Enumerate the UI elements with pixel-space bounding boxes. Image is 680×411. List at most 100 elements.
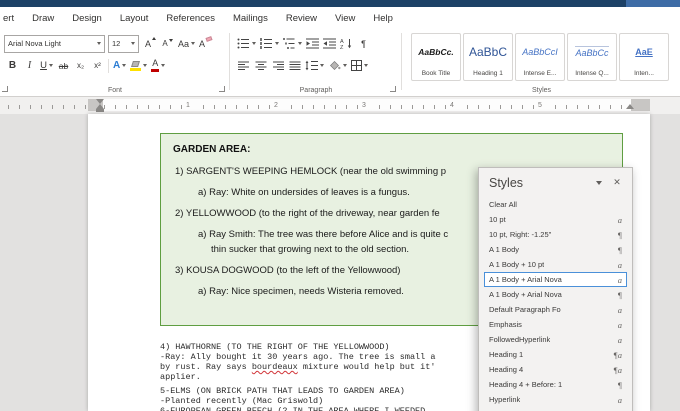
justify-button[interactable] — [287, 56, 302, 75]
style-list-item[interactable]: FollowedHyperlink a — [484, 332, 627, 347]
style-name: A 1 Body + Arial Nova — [489, 275, 562, 284]
style-list-item[interactable]: Heading 1 ¶a — [484, 347, 627, 362]
paragraph-dialog-launcher-icon[interactable] — [390, 86, 396, 92]
style-preview: AaBbCc. — [418, 47, 454, 57]
style-list-item[interactable]: Clear All — [484, 197, 627, 212]
style-type-marker: ¶a — [613, 349, 622, 360]
style-list-item[interactable]: 10 pt, Right: -1.25" ¶ — [484, 227, 627, 242]
style-list-item[interactable]: Hyperlink a — [484, 392, 627, 407]
ribbon-tab[interactable]: Layout — [111, 13, 158, 24]
title-bar — [0, 0, 680, 7]
style-list-item[interactable]: A 1 Body + 10 pt a — [484, 257, 627, 272]
clear-formatting-button[interactable]: A — [198, 34, 213, 53]
align-right-button[interactable] — [270, 56, 285, 75]
style-type-marker: a — [617, 214, 622, 225]
align-left-button[interactable] — [236, 56, 251, 75]
style-type-marker: ¶ — [617, 379, 622, 390]
font-color-button[interactable]: A — [150, 56, 166, 75]
align-left-icon — [237, 61, 249, 70]
style-list-item[interactable]: 10 pt a — [484, 212, 627, 227]
style-list-item[interactable]: A 1 Body ¶ — [484, 242, 627, 257]
show-formatting-marks-button[interactable]: ¶ — [356, 34, 371, 53]
style-list-item[interactable]: A 1 Body + Arial Nova ¶ — [484, 287, 627, 302]
font-name-combobox[interactable]: Arial Nova Light — [4, 34, 105, 53]
line-spacing-icon — [305, 60, 318, 71]
style-list-item[interactable]: Emphasis a — [484, 317, 627, 332]
shrink-font-button[interactable]: A — [160, 34, 175, 53]
line-spacing-button[interactable] — [304, 56, 325, 75]
font-dialog-launcher-icon[interactable] — [219, 86, 225, 92]
svg-text:Z: Z — [340, 45, 344, 49]
close-button[interactable]: ✕ — [608, 175, 626, 190]
left-indent-marker[interactable] — [96, 109, 104, 112]
style-name: Emphasis — [489, 320, 522, 329]
ruler-ticks — [8, 105, 86, 109]
chevron-down-icon — [320, 64, 324, 67]
style-card-intense-emphasis[interactable]: AaBbCcI Intense E... — [515, 33, 565, 81]
chevron-down-icon — [252, 42, 256, 45]
pane-menu-button[interactable] — [590, 175, 608, 190]
font-size-combobox[interactable]: 12 — [108, 34, 139, 53]
bold-button[interactable]: B — [5, 56, 20, 75]
style-list-item[interactable]: Heading 4 ¶a — [484, 362, 627, 377]
mono-line: 6-EUROPEAN GREEN BEECH (2 IN THE AREA WH… — [160, 406, 426, 411]
ribbon-tab[interactable]: Design — [63, 13, 111, 24]
styles-list: Clear All 10 pt a 10 pt, Right: -1.25" ¶… — [479, 194, 632, 407]
style-card-intense-reference[interactable]: AaE Inten... — [619, 33, 669, 81]
mono-line: 5-ELMS (ON BRICK PATH THAT LEADS TO GARD… — [160, 386, 405, 396]
chevron-down-icon — [131, 42, 135, 45]
ribbon-tab[interactable]: Mailings — [224, 13, 277, 24]
styles-group: AaBbCc. Book Title AaBbC Heading 1 AaBbC… — [403, 29, 680, 96]
ribbon-tab[interactable]: Review — [277, 13, 326, 24]
clear-formatting-icon: A — [199, 38, 206, 49]
mono-line: applier. — [160, 372, 201, 382]
style-name: Heading 4 — [489, 365, 524, 374]
close-icon: ✕ — [613, 177, 621, 187]
mono-text: mixture would help but it' — [297, 362, 436, 372]
mono-line: 4) HAWTHORNE (TO THE RIGHT OF THE YELLOW… — [160, 342, 390, 352]
ribbon-tab[interactable]: References — [157, 13, 224, 24]
ribbon-tab[interactable]: Help — [364, 13, 402, 24]
subscript-button[interactable]: x₂ — [73, 56, 88, 75]
borders-grid-icon — [351, 60, 362, 71]
underline-icon: U — [40, 60, 47, 71]
borders-button[interactable] — [350, 56, 369, 75]
chevron-down-icon — [343, 64, 347, 67]
multilevel-list-button[interactable] — [282, 34, 303, 53]
ribbon-tab[interactable]: View — [326, 13, 364, 24]
style-card-heading1[interactable]: AaBbC Heading 1 — [463, 33, 513, 81]
text-effects-button[interactable]: A — [112, 56, 127, 75]
grow-font-icon: A — [144, 38, 151, 49]
numbered-list-icon — [260, 38, 272, 49]
sort-az-icon: AZ — [340, 39, 352, 49]
highlight-color-button[interactable] — [129, 56, 148, 75]
italic-button[interactable]: I — [22, 56, 37, 75]
style-list-item[interactable]: A 1 Body + Arial Nova a — [484, 272, 627, 287]
ribbon-tab[interactable]: ert — [0, 13, 23, 24]
sort-button[interactable]: AZ — [339, 34, 354, 53]
shading-button[interactable] — [327, 56, 348, 75]
style-card-intense-quote[interactable]: AaBbCc Intense Q... — [567, 33, 617, 81]
multilevel-list-icon — [283, 38, 295, 49]
change-case-button[interactable]: Aa — [177, 34, 196, 53]
grow-font-button[interactable]: A — [143, 34, 158, 53]
ribbon: Arial Nova Light 12 A A Aa A B I U ab x₂… — [0, 29, 680, 97]
style-card-book-title[interactable]: AaBbCc. Book Title — [411, 33, 461, 81]
underline-button[interactable]: U — [39, 56, 54, 75]
right-indent-marker[interactable] — [626, 104, 634, 109]
decrease-indent-button[interactable] — [305, 34, 320, 53]
change-case-icon: Aa — [178, 38, 190, 49]
superscript-button[interactable]: x² — [90, 56, 105, 75]
chevron-down-icon — [596, 180, 602, 185]
strikethrough-button[interactable]: ab — [56, 56, 71, 75]
bullets-button[interactable] — [236, 34, 257, 53]
numbering-button[interactable] — [259, 34, 280, 53]
style-list-item[interactable]: Default Paragraph Fo a — [484, 302, 627, 317]
style-list-item[interactable]: Heading 4 + Before: 1 ¶ — [484, 377, 627, 392]
align-center-button[interactable] — [253, 56, 268, 75]
ribbon-tab[interactable]: Draw — [23, 13, 63, 24]
style-type-marker: a — [617, 259, 622, 270]
style-type-marker: ¶a — [613, 364, 622, 375]
style-type-marker: ¶ — [617, 229, 622, 240]
increase-indent-button[interactable] — [322, 34, 337, 53]
